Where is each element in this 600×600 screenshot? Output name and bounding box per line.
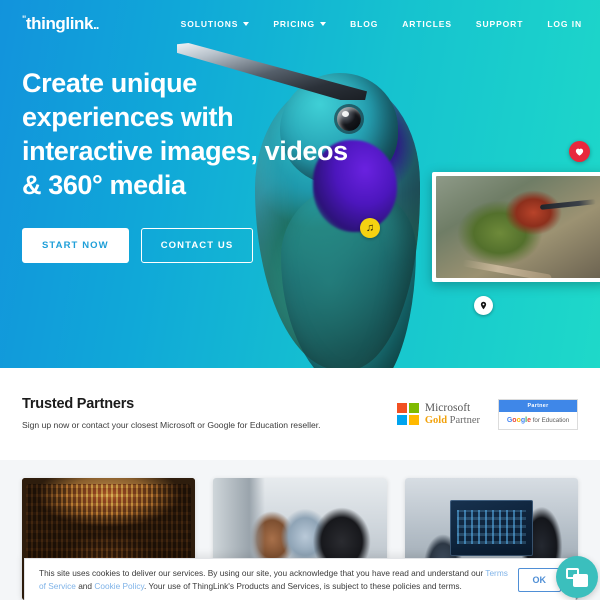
logo-dots: .. (93, 17, 99, 32)
nav-label-pricing: PRICING (273, 19, 316, 29)
page-root: "thinglink.. SOLUTIONS PRICING BLOG ARTI… (0, 0, 600, 600)
nav-item-pricing[interactable]: PRICING (273, 19, 327, 29)
google-for-education-badge[interactable]: Partner Google for Education (498, 398, 578, 430)
partners-title: Trusted Partners (22, 396, 135, 412)
cookie-ok-button[interactable]: OK (517, 567, 561, 592)
hero-copy: Create unique experiences with interacti… (22, 66, 352, 263)
microsoft-logo-icon (396, 402, 419, 425)
nav-item-support[interactable]: SUPPORT (476, 19, 523, 29)
logo-tick-mark: " (22, 14, 26, 25)
start-now-button[interactable]: START NOW (22, 228, 129, 263)
nav-item-blog[interactable]: BLOG (350, 19, 378, 29)
partner-badges: Microsoft Gold Partner Partner Google fo… (396, 398, 578, 430)
cookie-text-part-1: This site uses cookies to deliver our se… (39, 567, 486, 578)
hero-cta-row: START NOW CONTACT US (22, 228, 352, 263)
nav-item-solutions[interactable]: SOLUTIONS (181, 19, 250, 29)
nav-links: SOLUTIONS PRICING BLOG ARTICLES SUPPORT … (181, 19, 582, 29)
gold-word: Gold (424, 414, 448, 426)
chat-widget-button[interactable] (556, 556, 598, 598)
microsoft-gold-partner-badge[interactable]: Microsoft Gold Partner (396, 402, 480, 426)
partner-word: Partner (447, 414, 480, 426)
hummingbird-thumbnail-photo (436, 176, 600, 278)
cookie-banner-text: This site uses cookies to deliver our se… (39, 567, 509, 593)
chevron-down-icon (243, 22, 250, 26)
top-navigation: "thinglink.. SOLUTIONS PRICING BLOG ARTI… (0, 0, 600, 48)
logo-text: thinglink (25, 14, 94, 33)
nav-item-articles[interactable]: ARTICLES (402, 19, 452, 29)
music-note-icon[interactable]: ♫ (360, 218, 380, 238)
nav-item-login[interactable]: LOG IN (547, 19, 582, 29)
chevron-down-icon (320, 22, 327, 26)
google-partner-label: Partner (499, 399, 577, 412)
location-pin-icon[interactable] (474, 296, 493, 315)
cookie-text-part-3: . Your use of ThingLink's Products and S… (144, 580, 462, 591)
cookie-text-part-2: and (75, 580, 95, 591)
contact-us-button[interactable]: CONTACT US (140, 228, 254, 263)
partners-subtitle: Sign up now or contact your closest Micr… (22, 420, 321, 430)
microsoft-wordmark: Microsoft (424, 402, 471, 415)
heart-icon[interactable] (569, 141, 590, 162)
thinglink-logo[interactable]: "thinglink.. (22, 14, 99, 34)
gold-partner-label: Gold Partner (425, 415, 480, 426)
partners-text-block: Trusted Partners Sign up now or contact … (22, 396, 352, 432)
cookie-consent-banner: This site uses cookies to deliver our se… (24, 558, 576, 600)
for-education-label: for Education (530, 416, 570, 424)
cookie-policy-link[interactable]: Cookie Policy (94, 581, 144, 591)
hero-headline: Create unique experiences with interacti… (22, 68, 348, 200)
hero-image-popup[interactable] (432, 172, 600, 282)
trusted-partners-section: Trusted Partners Sign up now or contact … (0, 368, 600, 460)
hero-section: "thinglink.. SOLUTIONS PRICING BLOG ARTI… (0, 0, 600, 368)
nav-label-solutions: SOLUTIONS (180, 19, 239, 29)
google-wordmark-icon: Google (506, 416, 531, 424)
google-badge-text: Google for Education (499, 412, 577, 429)
microsoft-badge-text: Microsoft Gold Partner (425, 402, 480, 426)
chat-bubble-icon-front (573, 574, 588, 587)
